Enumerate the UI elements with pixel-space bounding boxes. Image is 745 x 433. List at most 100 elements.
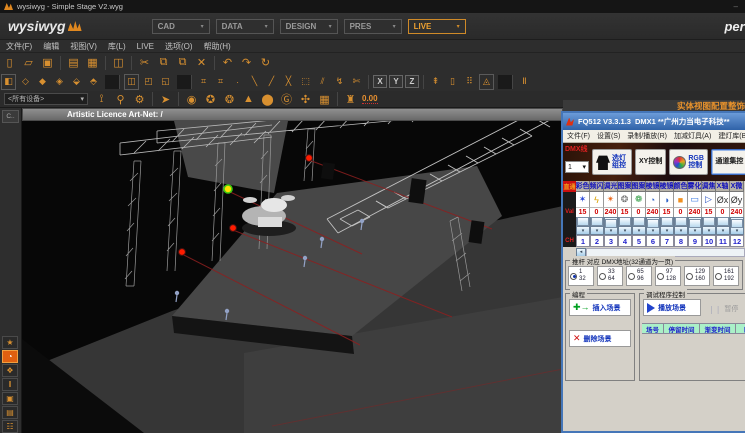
toolbar-icon[interactable]: Ⅱ xyxy=(517,74,532,90)
dmx-line-combo[interactable]: 1 ▾ xyxy=(565,161,589,173)
fader-down-button[interactable]: ▾ xyxy=(674,226,688,235)
device-filter-combo[interactable]: <所有设备> ▾ xyxy=(4,93,88,105)
toolbar-icon[interactable]: ▯ xyxy=(1,55,18,71)
menu-item[interactable]: LIVE xyxy=(137,42,154,51)
toolbar-icon[interactable]: ◆ xyxy=(35,74,50,90)
dock-icon[interactable]: ‖ xyxy=(2,378,18,391)
channel-master-button[interactable]: 通道集控 xyxy=(711,149,745,175)
menu-item[interactable]: 帮助(H) xyxy=(204,41,231,52)
direct-tab[interactable]: 直通 xyxy=(563,181,576,192)
toolbar-icon[interactable]: ✕ xyxy=(193,55,210,71)
axis-button[interactable]: Z xyxy=(405,75,419,88)
menu-item[interactable]: 文件(F) xyxy=(6,41,32,52)
toolbar-icon[interactable]: ▦ xyxy=(84,55,101,71)
radio-icon[interactable] xyxy=(628,273,635,280)
menu-item[interactable]: 选项(O) xyxy=(165,41,193,52)
channel-function-label[interactable]: 频闪 xyxy=(590,181,604,192)
address-page-option[interactable]: 97 128 xyxy=(655,266,681,286)
radio-icon[interactable] xyxy=(599,273,606,280)
toolbar-icon[interactable] xyxy=(177,75,192,89)
toolbar-icon[interactable]: ◫ xyxy=(110,55,127,71)
toolbar-icon[interactable]: ⟟ xyxy=(93,91,110,107)
toolbar-icon[interactable]: ⌗ xyxy=(213,74,228,90)
toolbar-icon[interactable]: ⇞ xyxy=(428,74,443,90)
axis-button[interactable]: X xyxy=(373,75,387,88)
fader-thumb[interactable] xyxy=(661,217,673,226)
toolbar-icon[interactable] xyxy=(214,56,215,70)
toolbar-icon[interactable]: ⠿ xyxy=(462,74,477,90)
fader-down-button[interactable]: ▾ xyxy=(660,226,674,235)
dock-icon[interactable]: ☷ xyxy=(2,420,18,433)
address-page-option[interactable]: 1 32 xyxy=(568,266,594,286)
toolbar-icon[interactable]: ▤ xyxy=(65,55,82,71)
stage-3d-view[interactable] xyxy=(22,121,563,433)
toolbar-icon[interactable]: ♜ xyxy=(342,91,359,107)
menu-item[interactable]: 编辑 xyxy=(43,41,59,52)
toolbar-icon[interactable]: ✪ xyxy=(202,91,219,107)
toolbar-icon[interactable] xyxy=(131,56,132,70)
channel-function-label[interactable]: 彩色 xyxy=(576,181,590,192)
toolbar-icon[interactable]: ╱ xyxy=(264,74,279,90)
mode-tab[interactable]: PRES ▾ xyxy=(344,19,402,34)
fader-thumb[interactable] xyxy=(591,217,603,226)
channel-function-label[interactable]: 棱镜 xyxy=(660,181,674,192)
channel-function-label[interactable]: 图案 xyxy=(618,181,632,192)
fader-thumb[interactable] xyxy=(633,217,645,226)
address-page-option[interactable]: 161 192 xyxy=(713,266,739,286)
toolbar-icon[interactable] xyxy=(105,56,106,70)
toolbar-icon[interactable]: ⚙ xyxy=(131,91,148,107)
toolbar-icon[interactable]: ◬ xyxy=(479,74,494,90)
toolbar-icon[interactable]: ╲ xyxy=(247,74,262,90)
xy-control-button[interactable]: XY控制 xyxy=(635,149,666,175)
toolbar-icon[interactable]: ⬙ xyxy=(69,74,84,90)
menu-item[interactable]: 库(L) xyxy=(108,41,126,52)
dmx-menu-item[interactable]: 录制/播放(R) xyxy=(627,131,667,141)
channel-function-label[interactable]: X微 xyxy=(730,181,744,192)
dmx-menu-item[interactable]: 设置(S) xyxy=(597,131,620,141)
toolbar-icon[interactable] xyxy=(498,75,513,89)
fader-thumb[interactable] xyxy=(619,217,631,226)
pause-button[interactable]: ❘❘ 暂停 xyxy=(708,304,738,314)
toolbar-icon[interactable]: ◧ xyxy=(1,74,16,90)
mode-tab[interactable]: CAD ▾ xyxy=(152,19,210,34)
fader-down-button[interactable]: ▾ xyxy=(618,226,632,235)
address-page-option[interactable]: 65 96 xyxy=(626,266,652,286)
toolbar-icon[interactable]: ↯ xyxy=(332,74,347,90)
group-select-button[interactable]: 选灯组控 xyxy=(592,149,632,175)
dock-icon[interactable]: ❖ xyxy=(2,364,18,377)
toolbar-icon[interactable]: ╳ xyxy=(281,74,296,90)
radio-icon[interactable] xyxy=(570,273,577,280)
mode-tab[interactable]: DESIGN ▾ xyxy=(280,19,338,34)
fader-thumb[interactable] xyxy=(731,219,743,228)
toolbar-icon[interactable]: ⚲ xyxy=(112,91,129,107)
toolbar-icon[interactable]: Ⓖ xyxy=(278,91,295,107)
collapsed-panel-tab[interactable]: C.. xyxy=(2,110,19,123)
toolbar-icon[interactable]: ◉ xyxy=(183,91,200,107)
toolbar-icon[interactable]: ▲ xyxy=(240,91,257,107)
fader-down-button[interactable]: ▾ xyxy=(716,226,730,235)
play-scene-button[interactable]: 播放场景 xyxy=(643,299,701,316)
dmx-menu-item[interactable]: 文件(F) xyxy=(567,131,590,141)
fader-thumb[interactable] xyxy=(675,217,687,226)
channel-function-label[interactable]: 棱镜 xyxy=(646,181,660,192)
dmx-menu-item[interactable]: 建灯库(B) xyxy=(718,131,745,141)
address-page-option[interactable]: 33 64 xyxy=(597,266,623,286)
fader-thumb[interactable] xyxy=(647,219,659,228)
fader-thumb[interactable] xyxy=(577,217,589,226)
toolbar-icon[interactable]: ➤ xyxy=(157,91,174,107)
toolbar-icon[interactable]: ❂ xyxy=(221,91,238,107)
address-page-option[interactable]: 129 160 xyxy=(684,266,710,286)
toolbar-icon[interactable]: ⬘ xyxy=(86,74,101,90)
toolbar-icon[interactable]: ▣ xyxy=(39,55,56,71)
fader-down-button[interactable]: ▾ xyxy=(576,226,590,235)
toolbar-icon[interactable]: ⬤ xyxy=(259,91,276,107)
dock-icon[interactable]: ▣ xyxy=(2,392,18,405)
toolbar-icon[interactable]: ◇ xyxy=(18,74,33,90)
toolbar-icon[interactable]: ↷ xyxy=(238,55,255,71)
channel-function-label[interactable]: 雾化 xyxy=(688,181,702,192)
toolbar-icon[interactable]: ✂ xyxy=(136,55,153,71)
toolbar-icon[interactable]: ▱ xyxy=(20,55,37,71)
delete-scene-button[interactable]: ✕ 删除场景 xyxy=(569,330,631,347)
dock-icon[interactable]: ★ xyxy=(2,336,18,349)
radio-icon[interactable] xyxy=(657,273,664,280)
